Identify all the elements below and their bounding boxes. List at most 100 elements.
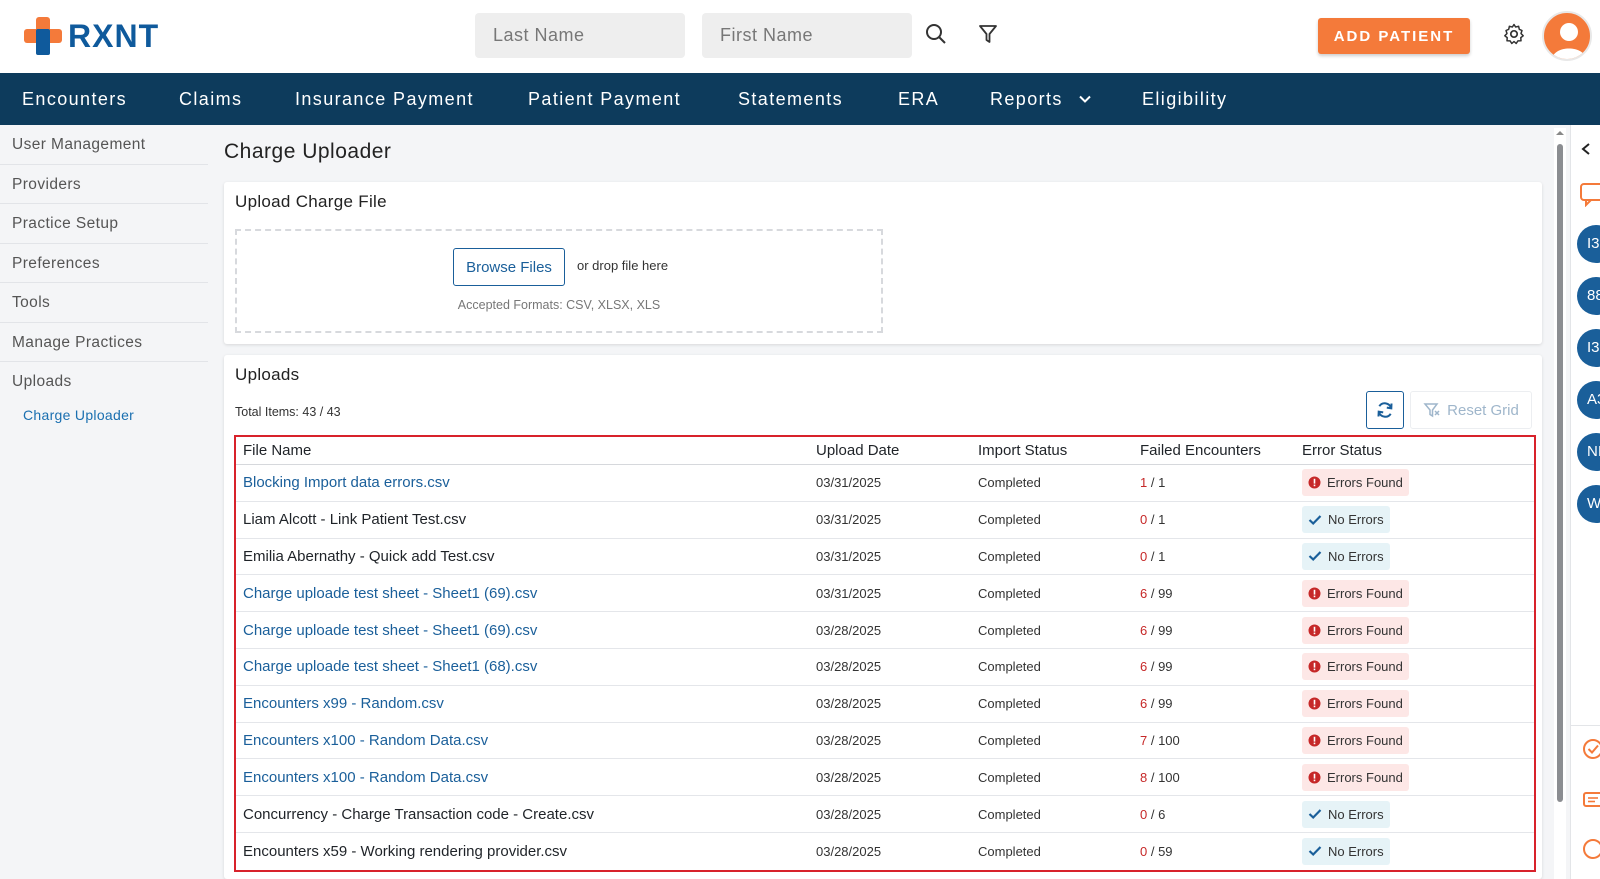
rail-user-5[interactable]: NI bbox=[1577, 433, 1600, 471]
filter-clear-icon bbox=[1423, 403, 1440, 418]
table-row[interactable]: Encounters x59 - Working rendering provi… bbox=[236, 833, 1534, 870]
total-count: 99 bbox=[1158, 696, 1173, 712]
rail-user-2[interactable]: 88 bbox=[1577, 277, 1600, 315]
failed-encounters-cell: 0 / 1 bbox=[1140, 549, 1302, 564]
collapse-chevron-icon[interactable] bbox=[1579, 142, 1593, 156]
nav-statements[interactable]: Statements bbox=[738, 73, 843, 125]
nav-insurance-payment[interactable]: Insurance Payment bbox=[295, 73, 474, 125]
total-items: Total Items: 43 / 43 bbox=[235, 405, 341, 419]
error-status-label: Errors Found bbox=[1327, 585, 1403, 601]
total-count: 1 bbox=[1158, 548, 1166, 564]
chat-icon[interactable] bbox=[1579, 181, 1600, 207]
failed-encounters-cell: 6 / 99 bbox=[1140, 623, 1302, 638]
gear-icon[interactable] bbox=[1500, 20, 1528, 48]
table-row[interactable]: Encounters x100 - Random Data.csv 03/28/2… bbox=[236, 759, 1534, 797]
file-name-cell[interactable]: Encounters x99 - Random.csv bbox=[236, 695, 816, 712]
error-icon bbox=[1308, 624, 1321, 637]
browse-files-button[interactable]: Browse Files bbox=[453, 248, 565, 286]
count-separator: / bbox=[1147, 696, 1159, 712]
file-name-cell[interactable]: Charge uploade test sheet - Sheet1 (68).… bbox=[236, 658, 816, 675]
help-icon[interactable] bbox=[1581, 837, 1600, 861]
file-dropzone[interactable]: Browse Files or drop file here Accepted … bbox=[235, 229, 883, 333]
file-name-cell[interactable]: Charge uploade test sheet - Sheet1 (69).… bbox=[236, 585, 816, 602]
error-status-cell: Errors Found bbox=[1302, 690, 1534, 718]
sidebar-item-tools[interactable]: Tools bbox=[0, 283, 208, 323]
nav-claims[interactable]: Claims bbox=[179, 73, 242, 125]
file-name-cell[interactable]: Encounters x100 - Random Data.csv bbox=[236, 769, 816, 786]
error-icon bbox=[1308, 476, 1321, 489]
add-patient-button[interactable]: ADD PATIENT bbox=[1318, 18, 1470, 54]
sidebar-item-providers[interactable]: Providers bbox=[0, 165, 208, 204]
table-row[interactable]: Encounters x99 - Random.csv 03/28/2025 Com… bbox=[236, 686, 1534, 723]
total-count: 99 bbox=[1158, 585, 1173, 601]
upload-date-cell: 03/31/2025 bbox=[816, 512, 882, 528]
count-separator: / bbox=[1147, 732, 1159, 748]
sidebar-item-user-management[interactable]: User Management bbox=[0, 125, 208, 165]
import-status-cell: Completed bbox=[978, 696, 1041, 712]
user-icon bbox=[1552, 23, 1586, 59]
col-upload-date[interactable]: Upload Date bbox=[816, 442, 978, 459]
nav-patient-payment[interactable]: Patient Payment bbox=[528, 73, 681, 125]
sidebar-item-manage-practices[interactable]: Manage Practices bbox=[0, 323, 208, 362]
rxnt-logo[interactable]: RXNT bbox=[22, 15, 159, 57]
failed-encounters-cell: 8 / 100 bbox=[1140, 770, 1302, 785]
total-count: 1 bbox=[1158, 475, 1166, 491]
refresh-button[interactable] bbox=[1366, 391, 1404, 429]
drop-hint: or drop file here bbox=[577, 258, 669, 273]
table-row[interactable]: Encounters x100 - Random Data.csv 03/28/2… bbox=[236, 723, 1534, 760]
count-separator: / bbox=[1147, 622, 1159, 638]
reports-chevron-down-icon[interactable] bbox=[1076, 90, 1094, 108]
error-badge: Errors Found bbox=[1302, 690, 1409, 718]
table-row[interactable]: Charge uploade test sheet - Sheet1 (69).… bbox=[236, 575, 1534, 613]
col-failed-encounters[interactable]: Failed Encounters bbox=[1140, 442, 1302, 459]
message-icon[interactable] bbox=[1581, 789, 1600, 813]
sidebar-subitem-charge-uploader[interactable]: Charge Uploader bbox=[0, 402, 208, 428]
user-avatar[interactable] bbox=[1542, 11, 1592, 61]
table-row[interactable]: Concurrency - Charge Transaction code - … bbox=[236, 796, 1534, 833]
error-status-label: Errors Found bbox=[1327, 475, 1403, 491]
check-icon bbox=[1308, 809, 1322, 820]
col-error-status[interactable]: Error Status bbox=[1302, 442, 1534, 459]
nav-encounters[interactable]: Encounters bbox=[22, 73, 127, 125]
rail-user-1[interactable]: I3 bbox=[1577, 225, 1600, 263]
task-check-icon[interactable] bbox=[1581, 737, 1600, 761]
page-scrollbar[interactable] bbox=[1554, 128, 1566, 879]
nav-eligibility[interactable]: Eligibility bbox=[1142, 73, 1227, 125]
error-status-cell: No Errors bbox=[1302, 800, 1534, 828]
sidebar-item-uploads[interactable]: Uploads bbox=[0, 362, 208, 402]
scroll-up-icon[interactable] bbox=[1554, 128, 1566, 138]
upload-date-cell: 03/31/2025 bbox=[816, 548, 882, 564]
filter-icon[interactable] bbox=[974, 20, 1002, 48]
file-name-cell[interactable]: Blocking Import data errors.csv bbox=[236, 474, 816, 491]
last-name-input[interactable] bbox=[475, 13, 685, 58]
rail-user-4[interactable]: A3 bbox=[1577, 381, 1600, 419]
rail-user-3[interactable]: I3 bbox=[1577, 329, 1600, 367]
search-icon[interactable] bbox=[922, 20, 950, 48]
nav-reports[interactable]: Reports bbox=[990, 73, 1063, 125]
table-row[interactable]: Liam Alcott - Link Patient Test.csv 03/31… bbox=[236, 502, 1534, 539]
import-status-cell: Completed bbox=[978, 512, 1041, 528]
sidebar-item-practice-setup[interactable]: Practice Setup bbox=[0, 204, 208, 244]
upload-date-cell: 03/28/2025 bbox=[816, 622, 882, 638]
table-row[interactable]: Charge uploade test sheet - Sheet1 (69).… bbox=[236, 612, 1534, 649]
col-file-name[interactable]: File Name bbox=[236, 442, 816, 459]
sidebar-item-preferences[interactable]: Preferences bbox=[0, 244, 208, 283]
col-import-status[interactable]: Import Status bbox=[978, 442, 1140, 459]
file-name-cell[interactable]: Encounters x100 - Random Data.csv bbox=[236, 732, 816, 749]
nav-era[interactable]: ERA bbox=[898, 73, 939, 125]
file-name-cell[interactable]: Charge uploade test sheet - Sheet1 (69).… bbox=[236, 622, 816, 639]
rail-user-6[interactable]: W bbox=[1577, 485, 1600, 523]
import-status-cell: Completed bbox=[978, 585, 1041, 601]
count-separator: / bbox=[1147, 548, 1159, 564]
table-row[interactable]: Blocking Import data errors.csv 03/31/202… bbox=[236, 465, 1534, 502]
import-status-cell: Completed bbox=[978, 622, 1041, 638]
reset-grid-button[interactable]: Reset Grid bbox=[1410, 391, 1532, 429]
error-badge: Errors Found bbox=[1302, 726, 1409, 754]
first-name-input[interactable] bbox=[702, 13, 912, 58]
table-row[interactable]: Charge uploade test sheet - Sheet1 (68).… bbox=[236, 649, 1534, 686]
scroll-thumb[interactable] bbox=[1557, 144, 1563, 802]
error-status-cell: Errors Found bbox=[1302, 726, 1534, 754]
count-separator: / bbox=[1147, 512, 1159, 528]
total-count: 6 bbox=[1158, 806, 1166, 822]
table-row[interactable]: Emilia Abernathy - Quick add Test.csv 03/… bbox=[236, 539, 1534, 576]
